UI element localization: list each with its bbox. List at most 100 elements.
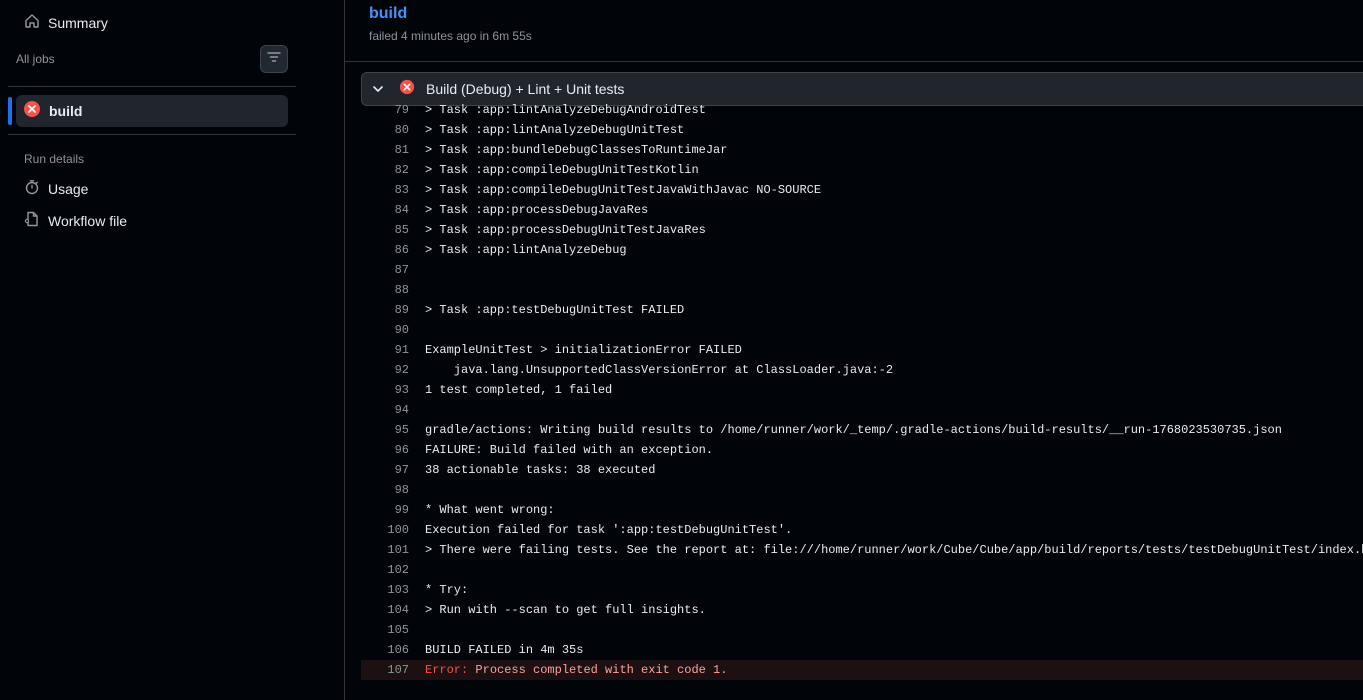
- line-number[interactable]: 92: [361, 363, 409, 377]
- log-line[interactable]: 89 > Task :app:testDebugUnitTest FAILED: [361, 300, 1363, 320]
- line-number[interactable]: 97: [361, 463, 409, 477]
- log-line-error[interactable]: 107 Error: Process completed with exit co…: [361, 660, 1363, 680]
- log-line[interactable]: 100 Execution failed for task ':app:testD…: [361, 520, 1363, 540]
- line-number[interactable]: 79: [361, 103, 409, 117]
- run-details-heading: Run details: [24, 152, 85, 166]
- log-line[interactable]: 83 > Task :app:compileDebugUnitTestJavaWi…: [361, 180, 1363, 200]
- log-line[interactable]: 79 > Task :app:lintAnalyzeDebugAndroidTes…: [361, 100, 1363, 120]
- log-text: Error: Process completed with exit code …: [425, 663, 727, 677]
- line-number[interactable]: 95: [361, 423, 409, 437]
- step-title: Build (Debug) + Lint + Unit tests: [426, 81, 625, 97]
- log-line[interactable]: 82 > Task :app:compileDebugUnitTestKotlin: [361, 160, 1363, 180]
- chevron-down-icon[interactable]: [372, 83, 384, 95]
- log-text: 38 actionable tasks: 38 executed: [425, 463, 656, 477]
- log-line[interactable]: 87: [361, 260, 1363, 280]
- log-line[interactable]: 81 > Task :app:bundleDebugClassesToRuntim…: [361, 140, 1363, 160]
- sidebar-item-label: build: [49, 103, 83, 119]
- sidebar-item-workflow-file[interactable]: Workflow file: [16, 207, 296, 235]
- filter-button[interactable]: [260, 45, 288, 73]
- log-line[interactable]: 106 BUILD FAILED in 4m 35s: [361, 640, 1363, 660]
- line-number[interactable]: 80: [361, 123, 409, 137]
- line-number[interactable]: 104: [361, 603, 409, 617]
- line-number[interactable]: 87: [361, 263, 409, 277]
- sidebar: Summary All jobs build Run details Usage: [0, 0, 345, 700]
- line-number[interactable]: 107: [361, 663, 409, 677]
- line-number[interactable]: 86: [361, 243, 409, 257]
- line-number[interactable]: 101: [361, 543, 409, 557]
- log-line[interactable]: 98: [361, 480, 1363, 500]
- log-line[interactable]: 97 38 actionable tasks: 38 executed: [361, 460, 1363, 480]
- log-text: > Task :app:processDebugUnitTestJavaRes: [425, 223, 706, 237]
- log-line[interactable]: 84 > Task :app:processDebugJavaRes: [361, 200, 1363, 220]
- job-status-text: failed 4 minutes ago in 6m 55s: [369, 29, 532, 43]
- log-text: * What went wrong:: [425, 503, 555, 517]
- log-text: > Task :app:processDebugJavaRes: [425, 203, 649, 217]
- line-number[interactable]: 106: [361, 643, 409, 657]
- all-jobs-heading: All jobs: [16, 52, 55, 66]
- sidebar-item-build-job[interactable]: build: [16, 95, 288, 127]
- log-line[interactable]: 104 > Run with --scan to get full insight…: [361, 600, 1363, 620]
- log-line[interactable]: 90: [361, 320, 1363, 340]
- log-text: > Task :app:bundleDebugClassesToRuntimeJ…: [425, 143, 728, 157]
- log-line[interactable]: 88: [361, 280, 1363, 300]
- log-text: * Try:: [425, 583, 469, 597]
- log-text: > Task :app:lintAnalyzeDebug: [425, 243, 627, 257]
- sidebar-item-label: Usage: [48, 181, 89, 197]
- line-number[interactable]: 103: [361, 583, 409, 597]
- log-text: ExampleUnitTest > initializationError FA…: [425, 343, 742, 357]
- sidebar-item-label: Summary: [48, 15, 108, 31]
- log-line[interactable]: 101 > There were failing tests. See the r…: [361, 540, 1363, 560]
- line-number[interactable]: 88: [361, 283, 409, 297]
- stopwatch-icon: [24, 179, 40, 200]
- workflow-file-icon: [24, 211, 40, 232]
- log-text: Execution failed for task ':app:testDebu…: [425, 523, 793, 537]
- log-text: > There were failing tests. See the repo…: [425, 543, 1363, 557]
- log-text: BUILD FAILED in 4m 35s: [425, 643, 584, 657]
- log-text: FAILURE: Build failed with an exception.: [425, 443, 714, 457]
- app: Summary All jobs build Run details Usage: [0, 0, 1363, 700]
- line-number[interactable]: 105: [361, 623, 409, 637]
- line-number[interactable]: 85: [361, 223, 409, 237]
- filter-icon: [266, 49, 282, 70]
- job-title[interactable]: build: [369, 5, 407, 23]
- log-line[interactable]: 86 > Task :app:lintAnalyzeDebug: [361, 240, 1363, 260]
- log-text: > Run with --scan to get full insights.: [425, 603, 706, 617]
- log-line[interactable]: 103 * Try:: [361, 580, 1363, 600]
- line-number[interactable]: 100: [361, 523, 409, 537]
- line-number[interactable]: 94: [361, 403, 409, 417]
- log-line[interactable]: 92 java.lang.UnsupportedClassVersionErro…: [361, 360, 1363, 380]
- active-indicator: [8, 97, 12, 125]
- log-line[interactable]: 99 * What went wrong:: [361, 500, 1363, 520]
- line-number[interactable]: 93: [361, 383, 409, 397]
- line-number[interactable]: 81: [361, 143, 409, 157]
- log-line[interactable]: 80 > Task :app:lintAnalyzeDebugUnitTest: [361, 120, 1363, 140]
- line-number[interactable]: 91: [361, 343, 409, 357]
- log-text: gradle/actions: Writing build results to…: [425, 423, 1282, 437]
- log-line[interactable]: 85 > Task :app:processDebugUnitTestJavaRe…: [361, 220, 1363, 240]
- line-number[interactable]: 98: [361, 483, 409, 497]
- log-line[interactable]: 93 1 test completed, 1 failed: [361, 380, 1363, 400]
- sidebar-item-usage[interactable]: Usage: [16, 175, 296, 203]
- line-number[interactable]: 96: [361, 443, 409, 457]
- error-label: Error:: [425, 663, 469, 677]
- log-text: > Task :app:compileDebugUnitTestKotlin: [425, 163, 699, 177]
- line-number[interactable]: 82: [361, 163, 409, 177]
- line-number[interactable]: 83: [361, 183, 409, 197]
- line-number[interactable]: 102: [361, 563, 409, 577]
- log-line[interactable]: 91 ExampleUnitTest > initializationError …: [361, 340, 1363, 360]
- log-line[interactable]: 96 FAILURE: Build failed with an exceptio…: [361, 440, 1363, 460]
- line-number[interactable]: 99: [361, 503, 409, 517]
- line-number[interactable]: 89: [361, 303, 409, 317]
- line-number[interactable]: 84: [361, 203, 409, 217]
- log-text: 1 test completed, 1 failed: [425, 383, 613, 397]
- log-line[interactable]: 105: [361, 620, 1363, 640]
- sidebar-item-label: Workflow file: [48, 213, 128, 229]
- log-line[interactable]: 95 gradle/actions: Writing build results …: [361, 420, 1363, 440]
- log-text: > Task :app:compileDebugUnitTestJavaWith…: [425, 183, 822, 197]
- log-line[interactable]: 102: [361, 560, 1363, 580]
- x-circle-icon: [399, 79, 415, 100]
- sidebar-item-summary[interactable]: Summary: [16, 8, 296, 38]
- line-number[interactable]: 90: [361, 323, 409, 337]
- log-line[interactable]: 94: [361, 400, 1363, 420]
- log-text: java.lang.UnsupportedClassVersionError a…: [425, 363, 894, 377]
